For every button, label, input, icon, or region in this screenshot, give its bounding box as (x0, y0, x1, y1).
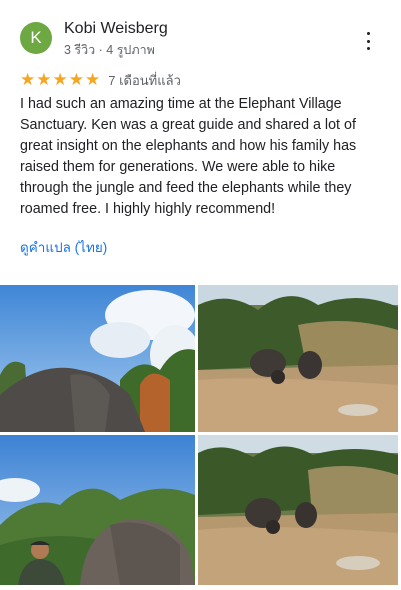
review-header: K Kobi Weisberg 3 รีวิว · 4 รูปภาพ (20, 20, 390, 57)
review-photo[interactable] (0, 285, 195, 432)
review-photo[interactable] (198, 285, 398, 432)
star-icon: ★ (20, 70, 36, 89)
author-name[interactable]: Kobi Weisberg (64, 20, 168, 38)
review-photo[interactable] (198, 435, 398, 585)
elephant-sky-photo (0, 285, 195, 432)
rating-row: ★ ★ ★ ★ ★ 7 เดือนที่แล้ว (20, 71, 181, 89)
review-date: 7 เดือนที่แล้ว (108, 72, 181, 88)
photo-grid (0, 285, 401, 590)
more-vert-icon[interactable] (360, 32, 376, 50)
person-elephant-photo (0, 435, 195, 585)
star-icon: ★ (85, 70, 101, 89)
star-rating: ★ ★ ★ ★ ★ (20, 71, 100, 89)
avatar[interactable]: K (20, 22, 52, 54)
translate-link[interactable]: ดูคำแปล (ไทย) (20, 236, 107, 258)
star-icon: ★ (68, 70, 84, 89)
review-photo[interactable] (0, 435, 195, 585)
author-meta: 3 รีวิว · 4 รูปภาพ (64, 43, 155, 57)
star-icon: ★ (36, 70, 52, 89)
elephants-river-photo (198, 435, 398, 585)
review-text: I had such an amazing time at the Elepha… (20, 96, 357, 217)
elephants-river-photo (198, 285, 398, 432)
star-icon: ★ (52, 70, 68, 89)
